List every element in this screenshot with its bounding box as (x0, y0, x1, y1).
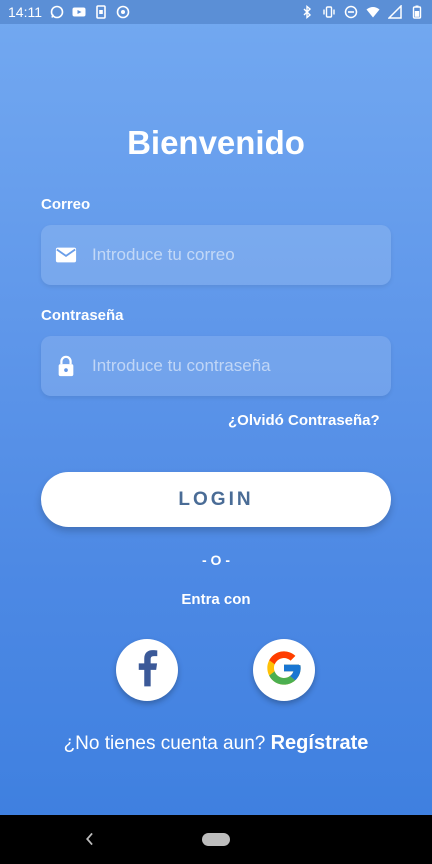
youtube-icon (72, 5, 86, 19)
battery-icon (410, 5, 424, 19)
back-icon[interactable] (80, 827, 100, 851)
google-icon (264, 648, 304, 693)
register-prompt: ¿No tienes cuenta aun? Regístrate (0, 732, 432, 755)
status-time: 14:11 (8, 4, 42, 20)
home-pill-button[interactable] (202, 833, 230, 846)
register-prompt-text: ¿No tienes cuenta aun? (63, 733, 266, 754)
password-input[interactable] (92, 356, 372, 376)
vibrate-icon (322, 5, 336, 19)
page-title: Bienvenido (127, 124, 305, 161)
password-label: Contraseña (41, 307, 124, 324)
facebook-login-button[interactable] (116, 639, 178, 701)
forgot-password-link[interactable]: ¿Olvidó Contraseña? (228, 412, 380, 429)
lock-icon (54, 354, 78, 378)
bluetooth-icon (300, 5, 314, 19)
register-link[interactable]: Regístrate (271, 732, 369, 754)
whatsapp-icon (50, 5, 64, 19)
status-bar: 14:11 (0, 0, 432, 24)
password-field-container[interactable] (41, 336, 391, 396)
signal-icon (388, 5, 402, 19)
email-label: Correo (41, 196, 91, 213)
mail-icon (54, 243, 78, 267)
login-button[interactable]: LOGIN (41, 472, 391, 527)
sync-icon (116, 5, 130, 19)
facebook-icon (136, 649, 158, 692)
navigation-bar (0, 815, 432, 864)
email-field-container[interactable] (41, 225, 391, 285)
google-login-button[interactable] (253, 639, 315, 701)
enter-with-label: Entra con (181, 591, 251, 608)
email-input[interactable] (92, 245, 372, 265)
sim-icon (94, 5, 108, 19)
wifi-icon (366, 5, 380, 19)
or-divider: - O - (202, 552, 230, 568)
dnd-icon (344, 5, 358, 19)
login-screen: 14:11 Bienvenido Correo Introduce tu cor… (0, 0, 432, 815)
